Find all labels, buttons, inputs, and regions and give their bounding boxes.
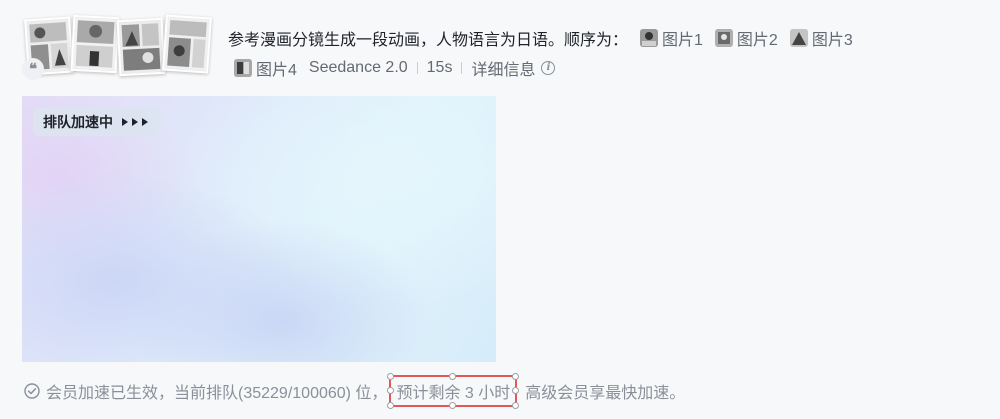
- check-circle-icon: [24, 383, 40, 399]
- resize-handle: [512, 387, 520, 394]
- generation-card: ❝ 参考漫画分镜生成一段动画，人物语言为日语。顺序为： 图片1 图片2 图片3 …: [0, 0, 1000, 419]
- manga-thumbnail-4[interactable]: [162, 14, 212, 74]
- resize-handle: [449, 373, 457, 380]
- queue-status-badge: 排队加速中: [33, 108, 161, 136]
- play-arrows-icon: [121, 117, 151, 127]
- manga-thumbnail-icon: [640, 29, 659, 47]
- manga-thumbnail-icon: [234, 59, 252, 77]
- reference-label: 图片2: [736, 32, 778, 49]
- manga-thumbnail-2[interactable]: [70, 14, 120, 74]
- model-name: Seedance 2.0: [308, 59, 408, 76]
- details-link[interactable]: 详细信息: [471, 56, 535, 80]
- manga-thumbnail-icon: [714, 29, 733, 47]
- resize-handle: [387, 387, 395, 394]
- status-suffix: 高级会员享最快加速。: [525, 385, 686, 402]
- prompt-block: 参考漫画分镜生成一段动画，人物语言为日语。顺序为： 图片1 图片2 图片3 图片…: [228, 26, 980, 80]
- duration: 15s: [426, 59, 453, 76]
- resize-handle: [387, 373, 395, 380]
- divider: [416, 62, 418, 74]
- info-icon[interactable]: i: [541, 61, 556, 75]
- divider: [461, 62, 463, 74]
- queue-status-line: 会员加速已生效，当前排队(35229/100060) 位， 预计剩余 3 小时 …: [24, 373, 686, 409]
- estimated-time-highlight: 预计剩余 3 小时: [387, 373, 520, 409]
- prompt-line: 参考漫画分镜生成一段动画，人物语言为日语。顺序为： 图片1 图片2 图片3: [228, 26, 980, 50]
- reference-chip-4[interactable]: 图片4: [234, 56, 297, 80]
- manga-thumbnail-icon: [789, 29, 808, 47]
- resize-handle: [387, 402, 395, 409]
- reference-label: 图片4: [256, 62, 297, 79]
- resize-handle: [512, 373, 520, 380]
- reference-label: 图片1: [662, 32, 703, 49]
- queue-status-label: 排队加速中: [43, 114, 113, 130]
- manga-thumbnail-3[interactable]: [116, 17, 166, 77]
- resize-handle: [449, 402, 457, 409]
- resize-handle: [512, 402, 520, 409]
- reference-thumbnails[interactable]: ❝: [22, 14, 212, 82]
- estimated-time: 预计剩余 3 小时: [396, 385, 511, 402]
- video-preview[interactable]: 排队加速中: [22, 96, 496, 362]
- reference-label: 图片3: [811, 32, 853, 49]
- quote-icon: ❝: [22, 58, 44, 80]
- prompt-meta-line: 图片4 Seedance 2.0 15s 详细信息 i: [228, 56, 980, 80]
- prompt-text: 参考漫画分镜生成一段动画，人物语言为日语。顺序为：: [228, 32, 629, 49]
- reference-chip-3[interactable]: 图片3: [789, 26, 853, 50]
- reference-chip-1[interactable]: 图片1: [640, 26, 703, 50]
- reference-chip-2[interactable]: 图片2: [714, 26, 778, 50]
- status-prefix: 会员加速已生效，当前排队(35229/100060) 位，: [46, 385, 388, 402]
